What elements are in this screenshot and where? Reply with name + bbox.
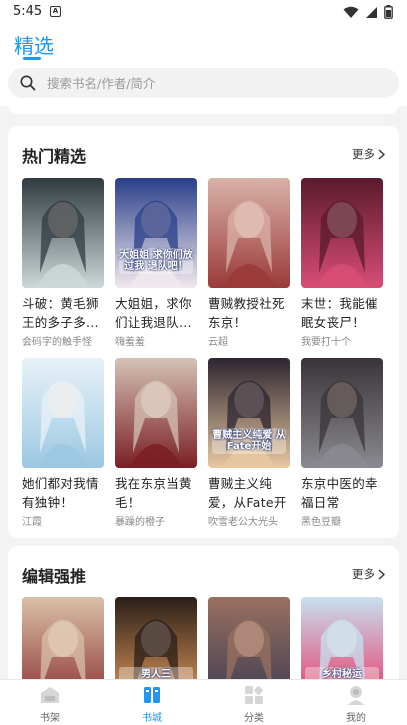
book-cover[interactable]: 曹贼主义纯爱 从Fate开始 bbox=[208, 358, 290, 468]
cover-title-art: 乡村秘运 bbox=[322, 669, 362, 679]
category-icon bbox=[245, 685, 264, 704]
book-author: 江霞 bbox=[22, 517, 42, 528]
book-title: 曹贼主义纯爱，从Fate开始 bbox=[208, 476, 287, 510]
signal-icon bbox=[366, 6, 377, 18]
book-author: 会码字的触手怪 bbox=[22, 337, 92, 348]
book-item[interactable]: 东京中医的幸福日常黑色豆瓣 bbox=[301, 358, 383, 528]
bookshelf-icon bbox=[41, 687, 59, 703]
book-item[interactable]: 斗破：黄毛狮王的多子多... 会码字的触手怪 bbox=[22, 178, 104, 348]
chevron-right-icon bbox=[378, 568, 385, 580]
book-cover[interactable] bbox=[301, 178, 383, 288]
section-hot-picks: 热门精选 更多 斗破：黄毛狮王的多子多... 会码字的触手怪 大姐姐 求你们放过我 … bbox=[8, 126, 399, 538]
more-label: 更多 bbox=[352, 147, 375, 161]
tab-indicator bbox=[23, 57, 41, 60]
book-cover[interactable] bbox=[301, 358, 383, 468]
chevron-right-icon bbox=[378, 148, 385, 160]
battery-icon bbox=[384, 5, 393, 19]
page-title-tab[interactable]: 精选 bbox=[14, 30, 54, 59]
book-item[interactable]: 末世：我能催眠女丧尸！ 我要打十个 bbox=[301, 178, 383, 348]
book-author: 我要打十个 bbox=[301, 337, 351, 348]
book-cover[interactable]: 男人三 bbox=[115, 597, 197, 679]
book-cover[interactable] bbox=[22, 178, 104, 288]
book-item[interactable] bbox=[22, 597, 104, 679]
tab-label: 我的 bbox=[346, 713, 366, 724]
status-time: 5:45 bbox=[13, 4, 43, 19]
wifi-icon bbox=[343, 6, 359, 18]
book-author: 嗨羞羞 bbox=[115, 337, 145, 348]
book-cover[interactable]: 乡村秘运 bbox=[301, 597, 383, 679]
search-input[interactable] bbox=[47, 75, 367, 91]
section-editor-picks: 编辑强推 更多 男人三 乡村秘运 bbox=[8, 546, 399, 679]
notification-icon: A bbox=[50, 6, 61, 17]
book-item[interactable]: 乡村秘运 bbox=[301, 597, 383, 679]
search-icon bbox=[20, 75, 36, 91]
search-bar[interactable] bbox=[8, 68, 399, 98]
book-item[interactable]: 曹贼主义纯爱 从Fate开始曹贼主义纯爱，从Fate开始吹雪老公大光头 bbox=[208, 358, 290, 528]
cover-title-art: 男人三 bbox=[141, 669, 171, 679]
book-item[interactable]: 曹贼教授社死东京！ 云超 bbox=[208, 178, 290, 348]
system-icons bbox=[343, 5, 393, 19]
tab-label: 书城 bbox=[142, 713, 162, 724]
book-author: 暴躁的橙子 bbox=[115, 517, 165, 528]
book-item[interactable]: 大姐姐 求你们放过我 退队吧！ 大姐姐，求你们让我退队... 嗨羞羞 bbox=[115, 178, 197, 348]
book-author: 云超 bbox=[208, 337, 228, 348]
bookstore-icon bbox=[144, 687, 160, 703]
book-cover[interactable] bbox=[22, 358, 104, 468]
book-cover[interactable] bbox=[115, 358, 197, 468]
book-cover[interactable] bbox=[208, 178, 290, 288]
book-author: 吹雪老公大光头 bbox=[208, 517, 278, 528]
bottom-navigation: 书架 书城 分类 我的 bbox=[0, 679, 407, 725]
tab-bookshelf[interactable]: 书架 bbox=[20, 684, 80, 724]
book-title: 斗破：黄毛狮王的多子多... bbox=[22, 296, 99, 330]
book-item[interactable]: 男人三 bbox=[115, 597, 197, 679]
book-cover[interactable] bbox=[22, 597, 104, 679]
profile-icon bbox=[348, 686, 364, 705]
book-item[interactable]: 她们都对我情有独钟！ 江霞 bbox=[22, 358, 104, 528]
more-button[interactable]: 更多 bbox=[352, 146, 385, 162]
status-bar: 5:45 A bbox=[0, 0, 407, 24]
book-title: 她们都对我情有独钟！ bbox=[22, 476, 99, 510]
book-title: 曹贼教授社死东京！ bbox=[208, 296, 285, 330]
top-header: 精选 bbox=[0, 24, 407, 106]
book-title: 大姐姐，求你们让我退队... bbox=[115, 296, 192, 330]
cover-title-art: 曹贼主义纯爱 从Fate开始 bbox=[212, 430, 286, 452]
book-author: 黑色豆瓣 bbox=[301, 517, 341, 528]
book-title: 我在东京当黄毛！ bbox=[115, 476, 192, 510]
more-button[interactable]: 更多 bbox=[352, 566, 385, 582]
more-label: 更多 bbox=[352, 567, 375, 581]
tab-category[interactable]: 分类 bbox=[224, 684, 284, 724]
section-title: 编辑强推 bbox=[22, 567, 87, 586]
previous-card-edge bbox=[8, 106, 399, 114]
tab-bookstore[interactable]: 书城 bbox=[122, 684, 182, 724]
book-cover[interactable]: 大姐姐 求你们放过我 退队吧！ bbox=[115, 178, 197, 288]
section-title: 热门精选 bbox=[22, 147, 87, 166]
tab-label: 分类 bbox=[244, 713, 264, 724]
book-cover[interactable] bbox=[208, 597, 290, 679]
book-item[interactable] bbox=[208, 597, 290, 679]
book-title: 末世：我能催眠女丧尸！ bbox=[301, 296, 378, 330]
book-item[interactable]: 我在东京当黄毛！ 暴躁的橙子 bbox=[115, 358, 197, 528]
cover-title-art: 大姐姐 求你们放过我 退队吧！ bbox=[119, 250, 193, 272]
book-title: 东京中医的幸福日常 bbox=[301, 476, 378, 510]
tab-profile[interactable]: 我的 bbox=[326, 684, 386, 724]
tab-label: 书架 bbox=[40, 713, 60, 724]
content-scroll[interactable]: 热门精选 更多 斗破：黄毛狮王的多子多... 会码字的触手怪 大姐姐 求你们放过我 … bbox=[0, 106, 407, 679]
